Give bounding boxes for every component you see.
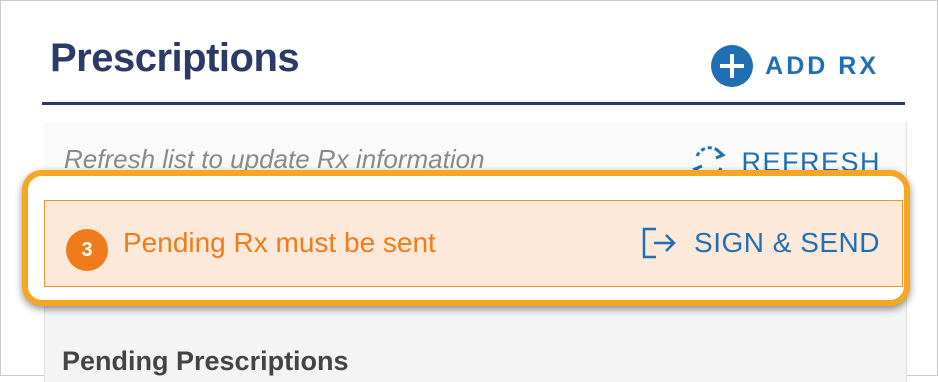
add-rx-button[interactable]: ADD RX — [711, 44, 879, 88]
pending-rx-alert: 3 Pending Rx must be sent SIGN & SEND — [44, 200, 903, 287]
pending-rx-message: Pending Rx must be sent — [123, 227, 436, 258]
plus-circle-icon — [711, 45, 754, 87]
pending-count-badge: 3 — [66, 229, 108, 271]
page-title: Prescriptions — [50, 36, 300, 80]
prescriptions-header: Prescriptions ADD RX — [42, 30, 905, 105]
add-rx-label: ADD RX — [765, 51, 879, 80]
sign-send-button[interactable]: SIGN & SEND — [640, 223, 880, 263]
pending-prescriptions-heading: Pending Prescriptions — [62, 346, 349, 376]
sign-send-icon — [642, 227, 676, 259]
sign-send-label: SIGN & SEND — [694, 227, 880, 258]
